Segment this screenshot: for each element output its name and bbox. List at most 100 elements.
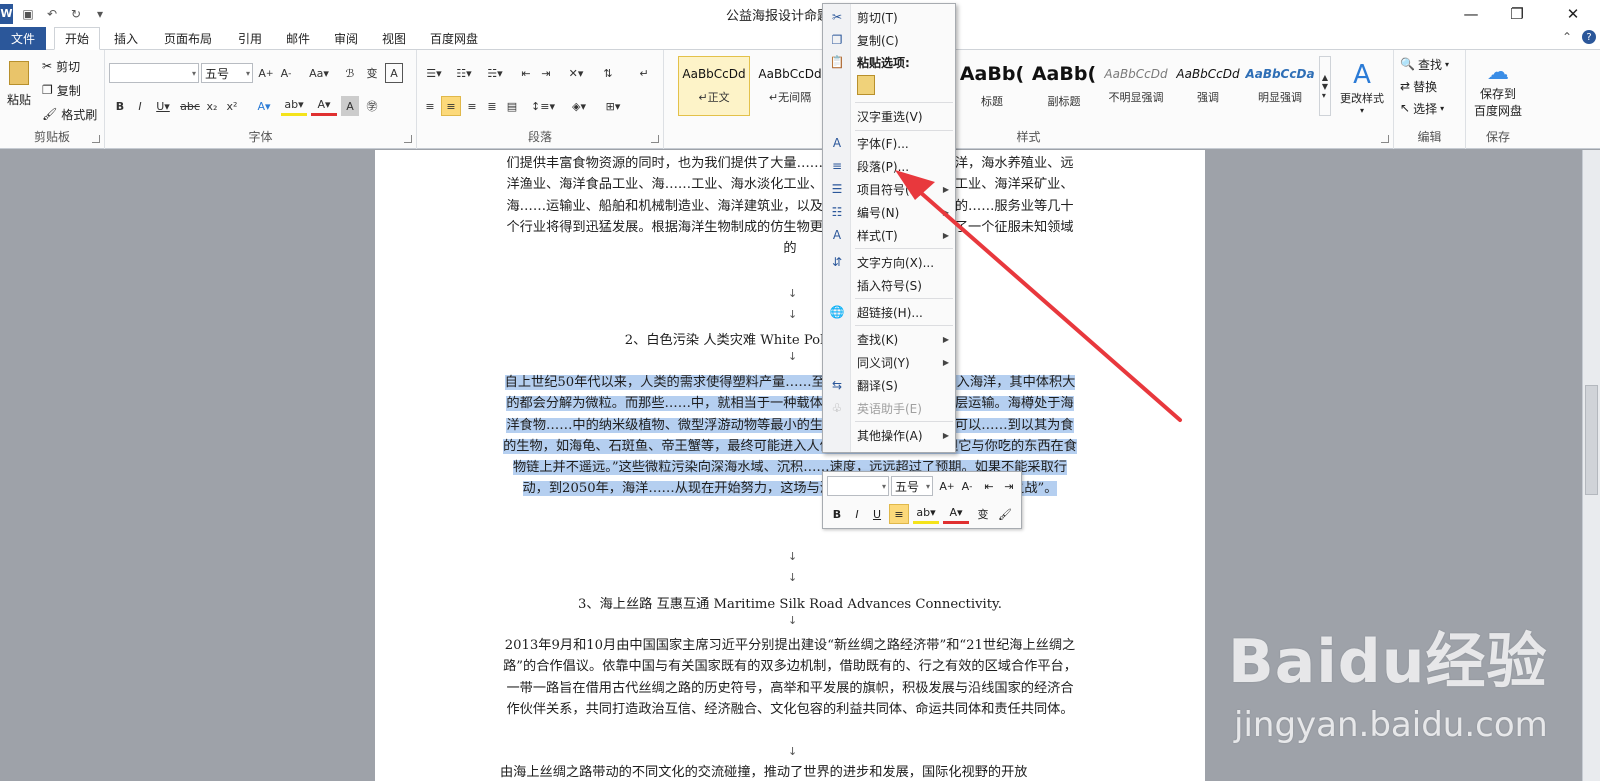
paste-keep-text-icon[interactable] — [857, 75, 875, 95]
tab-page-layout[interactable]: 页面布局 — [154, 27, 222, 50]
save-to-baidu-button[interactable]: ☁ 保存到 百度网盘 — [1468, 56, 1528, 122]
menu-item-cut[interactable]: ✂ 剪切(T) — [823, 6, 957, 28]
mini-increase-indent-icon[interactable]: ⇥ — [999, 476, 1019, 496]
styles-launcher[interactable] — [1381, 135, 1389, 143]
menu-item-synonyms[interactable]: 同义词(Y) ▶ — [823, 351, 957, 373]
strikethrough-icon[interactable]: abc — [179, 96, 201, 116]
tab-review[interactable]: 审阅 — [324, 27, 368, 50]
close-icon[interactable]: ✕ — [1550, 2, 1596, 26]
mini-font-color-icon[interactable]: A▾ — [943, 504, 969, 524]
sort-icon[interactable]: ⇅ — [599, 63, 617, 83]
clipboard-launcher[interactable] — [92, 135, 100, 143]
paragraph-3[interactable]: 2013年9月和10月由中国国家主席习近平分别提出建设“新丝绸之路经济带”和“2… — [500, 635, 1080, 720]
style-subtitle[interactable]: AaBb( 副标题 — [1028, 56, 1100, 116]
find-button[interactable]: 🔍 查找 ▾ — [1400, 54, 1449, 74]
menu-item-text-direction[interactable]: ⇵ 文字方向(X)... — [823, 251, 957, 273]
mini-bold-icon[interactable]: B — [827, 504, 847, 524]
text-effects-icon[interactable]: A▾ — [251, 96, 277, 116]
tab-file[interactable]: 文件 — [0, 27, 46, 50]
mini-shrink-font-icon[interactable]: A- — [957, 476, 977, 496]
menu-item-bullets[interactable]: ☰ 项目符号(B) ▶ — [823, 178, 957, 200]
restore-icon[interactable]: ❐ — [1494, 2, 1540, 26]
character-border-icon[interactable]: A — [385, 63, 403, 83]
distributed-icon[interactable]: ▤ — [503, 96, 521, 116]
menu-item-additional-actions[interactable]: 其他操作(A) ▶ — [823, 424, 957, 446]
menu-item-numbering[interactable]: ☷ 编号(N) ▶ — [823, 201, 957, 223]
paste-button[interactable]: 粘贴 — [4, 54, 34, 114]
collapse-ribbon-icon[interactable]: ⌃ — [1562, 30, 1572, 44]
superscript-icon[interactable]: x² — [223, 96, 241, 116]
mini-font-name-combo[interactable]: ▾ — [827, 476, 889, 496]
select-button[interactable]: ↖ 选择 ▾ — [1400, 98, 1444, 118]
show-marks-icon[interactable]: ↵ — [635, 63, 653, 83]
tab-references[interactable]: 引用 — [228, 27, 272, 50]
underline-icon[interactable]: U▾ — [151, 96, 175, 116]
minimize-icon[interactable]: — — [1448, 2, 1494, 26]
menu-item-lookup[interactable]: 查找(K) ▶ — [823, 328, 957, 350]
shrink-font-icon[interactable]: A- — [277, 63, 295, 83]
scrollbar-thumb[interactable] — [1585, 385, 1598, 495]
style-title[interactable]: AaBb( 标题 — [956, 56, 1028, 116]
copy-button[interactable]: ❐ 复制 — [42, 80, 81, 100]
mini-center-icon[interactable]: ≡ — [889, 504, 909, 524]
mini-underline-icon[interactable]: U — [867, 504, 887, 524]
decrease-indent-icon[interactable]: ⇤ — [517, 63, 535, 83]
paragraph-4[interactable]: 由海上丝绸之路带动的不同文化的交流碰撞，推动了世界的进步和发展，国际化视野的开放 — [500, 762, 1080, 781]
help-icon[interactable]: ? — [1582, 30, 1596, 44]
font-launcher[interactable] — [404, 135, 412, 143]
menu-item-insert-symbol[interactable]: 插入符号(S) — [823, 274, 957, 296]
menu-item-styles[interactable]: A 样式(T) ▶ — [823, 224, 957, 246]
paragraph-launcher[interactable] — [651, 135, 659, 143]
change-case-icon[interactable]: Aa▾ — [305, 63, 333, 83]
subscript-icon[interactable]: x₂ — [203, 96, 221, 116]
tab-home[interactable]: 开始 — [54, 27, 101, 50]
bullets-icon[interactable]: ☰▾ — [421, 63, 447, 83]
mini-format-painter-icon[interactable]: 🖌 — [995, 504, 1015, 524]
enclose-characters-icon[interactable]: ㊫ — [363, 96, 381, 116]
justify-icon[interactable]: ≣ — [483, 96, 501, 116]
numbering-icon[interactable]: ☷▾ — [451, 63, 477, 83]
bold-icon[interactable]: B — [111, 96, 129, 116]
cut-button[interactable]: ✂ 剪切 — [42, 56, 80, 76]
replace-button[interactable]: ⇄ 替换 — [1400, 76, 1437, 96]
grow-font-icon[interactable]: A + — [257, 63, 275, 83]
menu-item-font[interactable]: A 字体(F)... — [823, 132, 957, 154]
shading-icon[interactable]: ◈▾ — [565, 96, 593, 116]
styles-scroll-icon[interactable]: ▲ ▼ ▾ — [1319, 56, 1331, 116]
style-subtle-emphasis[interactable]: AaBbCcDd 不明显强调 — [1100, 56, 1172, 116]
style-normal[interactable]: AaBbCcDd ↵正文 — [678, 56, 750, 116]
menu-item-reconvert[interactable]: 汉字重选(V) — [823, 105, 957, 127]
heading-2[interactable]: 2、白色污染 人类灾难 White Pollution……Humanity — [500, 329, 1080, 348]
mini-font-size-combo[interactable]: 五号 ▾ — [891, 476, 933, 496]
style-emphasis[interactable]: AaBbCcDd 强调 — [1172, 56, 1244, 116]
tab-insert[interactable]: 插入 — [104, 27, 148, 50]
font-name-combo[interactable]: ▾ — [109, 63, 199, 83]
heading-3[interactable]: 3、海上丝路 互惠互通 Maritime Silk Road Advances … — [500, 593, 1080, 612]
borders-icon[interactable]: ⊞▾ — [599, 96, 627, 116]
align-right-icon[interactable]: ≡ — [463, 96, 481, 116]
highlight-icon[interactable]: ab▾ — [281, 96, 307, 116]
mini-phonetic-icon[interactable]: 变 — [973, 504, 993, 524]
format-painter-button[interactable]: 🖌 格式刷 — [42, 104, 97, 124]
character-shading-icon[interactable]: A — [341, 96, 359, 116]
paragraph-1[interactable]: 们提供丰富食物资源的同时，也为我们提供了大量……世纪中国大规模开发海洋，海水养殖… — [500, 153, 1080, 259]
tab-mailings[interactable]: 邮件 — [276, 27, 320, 50]
increase-indent-icon[interactable]: ⇥ — [537, 63, 555, 83]
menu-item-paragraph[interactable]: ≡ 段落(P)... — [823, 155, 957, 177]
mini-grow-font-icon[interactable]: A + — [937, 476, 957, 496]
tab-baidu-netdisk[interactable]: 百度网盘 — [420, 27, 488, 50]
clear-formatting-icon[interactable]: ℬ — [341, 63, 359, 83]
menu-item-translate[interactable]: ⇆ 翻译(S) — [823, 374, 957, 396]
align-left-icon[interactable]: ≡ — [421, 96, 439, 116]
chinese-layout-icon[interactable]: ✕▾ — [563, 63, 589, 83]
italic-icon[interactable]: I — [131, 96, 149, 116]
align-center-icon[interactable]: ≡ — [441, 96, 461, 116]
font-color-icon[interactable]: A▾ — [311, 96, 337, 116]
line-spacing-icon[interactable]: ↕≡▾ — [529, 96, 557, 116]
multilevel-list-icon[interactable]: ☵▾ — [481, 63, 509, 83]
phonetic-guide-icon[interactable]: 变 — [363, 63, 381, 83]
style-intense-emphasis[interactable]: AaBbCcDa 明显强调 — [1244, 56, 1316, 116]
mini-decrease-indent-icon[interactable]: ⇤ — [979, 476, 999, 496]
tab-view[interactable]: 视图 — [372, 27, 416, 50]
mini-highlight-icon[interactable]: ab▾ — [913, 504, 939, 524]
